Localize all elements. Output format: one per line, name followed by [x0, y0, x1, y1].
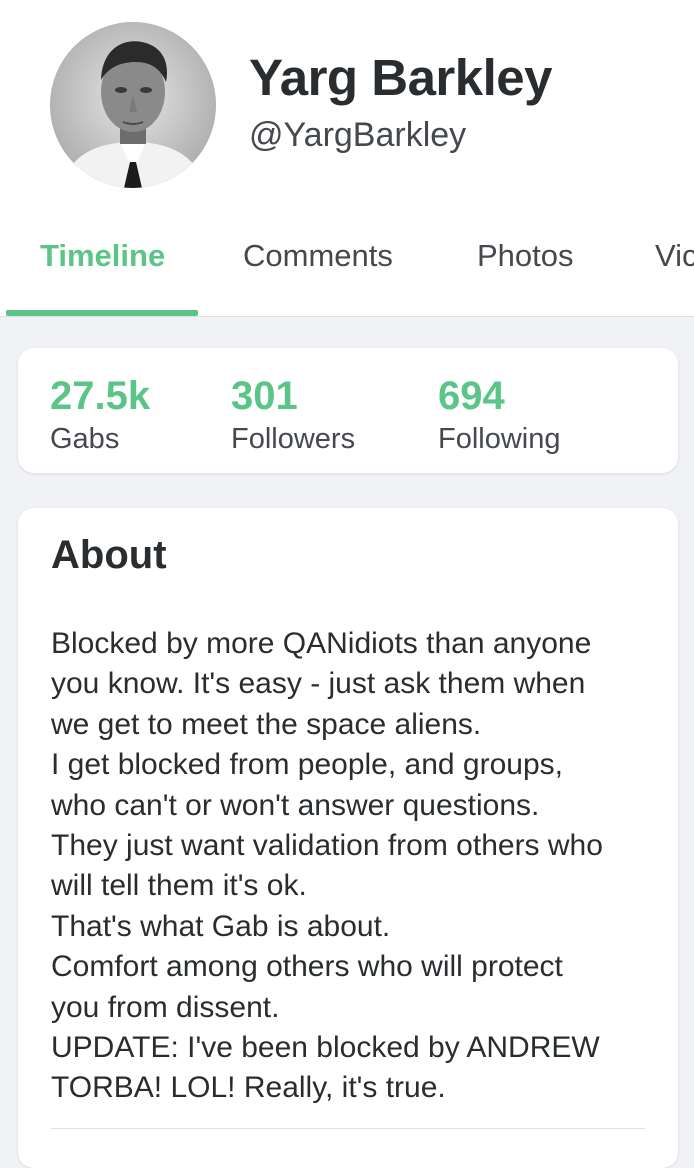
- stat-following[interactable]: 694 Following: [438, 373, 561, 457]
- bio-line: I get blocked from people, and groups,: [51, 748, 563, 782]
- about-bio: Blocked by more QANidiots than anyone yo…: [51, 624, 651, 1109]
- stat-value: 27.5k: [50, 374, 151, 418]
- avatar-portrait: [50, 22, 216, 188]
- bio-line: Blocked by more QANidiots than anyone: [51, 627, 592, 660]
- stat-value: 694: [438, 374, 505, 418]
- tab-videos[interactable]: Vic: [655, 238, 694, 274]
- bio-line: you know. It's easy - just ask them when: [51, 667, 586, 701]
- stat-label: Following: [438, 423, 561, 455]
- tab-timeline[interactable]: Timeline: [40, 238, 165, 274]
- tab-photos[interactable]: Photos: [477, 238, 574, 274]
- about-title: About: [51, 533, 167, 577]
- bio-line: we get to meet the space aliens.: [51, 707, 482, 741]
- bio-line: you from dissent.: [51, 990, 280, 1024]
- bio-line: TORBA! LOL! Really, it's true.: [51, 1071, 446, 1105]
- bio-line: That's what Gab is about.: [51, 909, 391, 943]
- stat-value: 301: [231, 374, 298, 418]
- username: @YargBarkley: [249, 116, 467, 154]
- stat-followers[interactable]: 301 Followers: [231, 373, 355, 457]
- tab-comments[interactable]: Comments: [243, 238, 393, 274]
- profile-header: Yarg Barkley @YargBarkley Timeline Comme…: [0, 0, 694, 317]
- stat-label: Gabs: [50, 423, 120, 455]
- profile-tabs: Timeline Comments Photos Vic: [0, 210, 694, 316]
- stat-label: Followers: [231, 423, 356, 455]
- active-tab-indicator: [6, 310, 198, 316]
- stats-card: 27.5k Gabs 301 Followers 694 Following: [18, 348, 678, 473]
- bio-line: They just want validation from others wh…: [51, 829, 603, 863]
- stat-gabs[interactable]: 27.5k Gabs: [50, 373, 150, 457]
- avatar[interactable]: [50, 22, 216, 188]
- bio-line: who can't or won't answer questions.: [51, 788, 540, 822]
- divider: [51, 1128, 645, 1129]
- about-card: About Blocked by more QANidiots than any…: [18, 508, 678, 1168]
- display-name: Yarg Barkley: [249, 49, 553, 106]
- bio-line: Comfort among others who will protect: [51, 950, 563, 984]
- bio-line: UPDATE: I've been blocked by ANDREW: [51, 1031, 600, 1065]
- bio-line: will tell them it's ok.: [51, 869, 307, 903]
